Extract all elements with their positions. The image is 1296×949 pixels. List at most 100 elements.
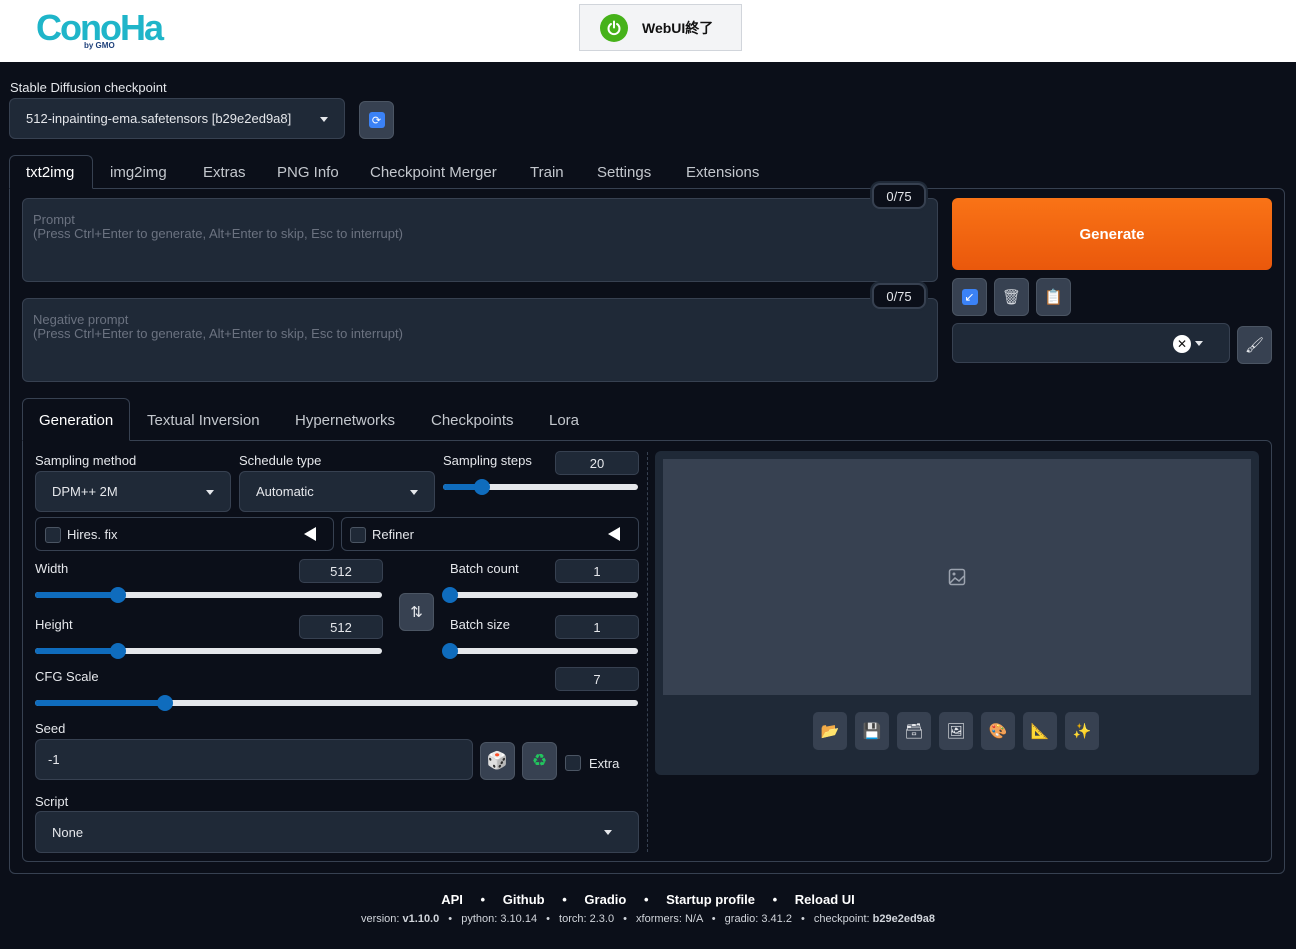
tab-txt2img[interactable]: txt2img (9, 155, 93, 189)
extra-seed-checkbox[interactable] (565, 755, 581, 771)
archive-icon: 🗃 (904, 723, 924, 740)
reuse-seed-button[interactable]: ♻ (522, 742, 557, 780)
slider-thumb[interactable] (474, 479, 490, 495)
subtab-generation[interactable]: Generation (22, 398, 130, 441)
generate-button[interactable]: Generate (952, 198, 1272, 270)
send-to-inpaint-button[interactable]: 🎨 (981, 712, 1015, 750)
image-placeholder-icon (948, 568, 966, 586)
checkpoint-value: 512-inpainting-ema.safetensors [b29e2ed9… (26, 111, 292, 126)
picture-icon: 🖼 (946, 723, 966, 740)
paintbrush-icon: 🖌 (1244, 337, 1265, 354)
sampling-steps-slider[interactable] (443, 479, 638, 495)
refresh-icon: ⟳ (368, 112, 385, 128)
recycle-icon: ♻ (531, 751, 548, 770)
webui-shutdown-label: WebUI終了 (642, 19, 714, 36)
upscale-button[interactable]: ✨ (1065, 712, 1099, 750)
schedule-type-label: Schedule type (239, 453, 322, 468)
top-bar: ConoHa by GMO WebUI終了 (0, 0, 1296, 62)
footer-link-gradio[interactable]: Gradio (584, 892, 626, 907)
subtab-checkpoints[interactable]: Checkpoints (431, 412, 514, 429)
height-label: Height (35, 617, 73, 632)
slider-thumb[interactable] (442, 587, 458, 603)
edit-styles-button[interactable]: 🖌 (1237, 326, 1272, 364)
sampling-steps-input[interactable]: 20 (555, 451, 639, 475)
negative-prompt-input[interactable]: Negative prompt (Press Ctrl+Enter to gen… (22, 298, 938, 382)
batch-size-slider[interactable] (442, 643, 638, 659)
collapse-triangle-icon[interactable] (608, 527, 620, 541)
slider-fill (35, 700, 166, 706)
folder-icon: 📂 (820, 723, 840, 740)
batch-count-slider[interactable] (442, 587, 638, 603)
footer-versions: version: v1.10.0 • python: 3.10.14 • tor… (360, 913, 936, 925)
palette-icon: 🎨 (988, 723, 1008, 740)
cfg-scale-slider[interactable] (35, 695, 638, 711)
styles-select[interactable]: ✕ (952, 323, 1230, 363)
checkpoint-select[interactable]: 512-inpainting-ema.safetensors [b29e2ed9… (9, 98, 345, 139)
batch-size-label: Batch size (450, 617, 510, 632)
apply-styles-button[interactable]: 📋 (1036, 278, 1071, 316)
batch-count-label: Batch count (450, 561, 519, 576)
schedule-type-select[interactable]: Automatic (239, 471, 435, 512)
clear-prompt-button[interactable]: 🗑 (994, 278, 1029, 316)
batch-count-input[interactable]: 1 (555, 559, 639, 583)
subtab-hypernetworks[interactable]: Hypernetworks (295, 412, 395, 429)
script-label: Script (35, 794, 69, 809)
prompt-token-counter: 0/75 (872, 183, 926, 209)
hires-fix-label: Hires. fix (67, 527, 118, 542)
hires-fix-checkbox[interactable] (45, 527, 61, 543)
tab-png-info[interactable]: PNG Info (277, 164, 339, 181)
subtab-textual-inversion[interactable]: Textual Inversion (147, 412, 260, 429)
width-slider[interactable] (35, 587, 382, 603)
footer-link-startup-profile[interactable]: Startup profile (666, 892, 755, 907)
floppy-disk-icon: 💾 (862, 723, 882, 740)
height-input[interactable]: 512 (299, 615, 383, 639)
script-value: None (52, 824, 84, 840)
checkpoint-hash[interactable]: b29e2ed9a8 (873, 913, 935, 925)
footer-link-api[interactable]: API (441, 892, 463, 907)
tab-settings[interactable]: Settings (597, 164, 651, 181)
tab-img2img[interactable]: img2img (110, 164, 167, 181)
width-input[interactable]: 512 (299, 559, 383, 583)
clear-icon[interactable]: ✕ (1173, 335, 1191, 353)
chevron-down-icon (1195, 341, 1203, 346)
send-to-extras-button[interactable]: 📐 (1023, 712, 1057, 750)
seed-input[interactable]: -1 (35, 739, 473, 780)
footer-link-reload-ui[interactable]: Reload UI (795, 892, 855, 907)
subtab-lora[interactable]: Lora (549, 412, 579, 429)
batch-size-input[interactable]: 1 (555, 615, 639, 639)
tab-train[interactable]: Train (530, 164, 564, 181)
webui-shutdown-button[interactable]: WebUI終了 (579, 4, 742, 51)
save-button[interactable]: 💾 (855, 712, 889, 750)
swap-dimensions-button[interactable]: ⇅ (399, 593, 434, 631)
subtab-label: Generation (39, 412, 114, 429)
tab-extras[interactable]: Extras (203, 164, 246, 181)
sampling-steps-label: Sampling steps (443, 453, 532, 468)
tab-extensions[interactable]: Extensions (686, 164, 759, 181)
refiner-checkbox[interactable] (350, 527, 366, 543)
slider-fill (35, 648, 119, 654)
height-slider[interactable] (35, 643, 382, 659)
prompt-input[interactable]: Prompt (Press Ctrl+Enter to generate, Al… (22, 198, 938, 282)
python-version: 3.10.14 (500, 913, 538, 925)
collapse-triangle-icon[interactable] (304, 527, 316, 541)
zip-button[interactable]: 🗃 (897, 712, 931, 750)
clipboard-icon: 📋 (1044, 289, 1063, 306)
open-folder-button[interactable]: 📂 (813, 712, 847, 750)
footer-link-github[interactable]: Github (503, 892, 545, 907)
prompt-placeholder-title: Prompt (33, 212, 75, 227)
width-label: Width (35, 561, 69, 576)
hires-fix-accordion[interactable]: Hires. fix (35, 517, 334, 551)
schedule-type-value: Automatic (256, 484, 314, 499)
random-seed-button[interactable]: 🎲 (480, 742, 515, 780)
slider-thumb[interactable] (442, 643, 458, 659)
refresh-checkpoint-button[interactable]: ⟳ (359, 101, 394, 139)
cfg-scale-input[interactable]: 7 (555, 667, 639, 691)
sampling-method-select[interactable]: DPM++ 2M (35, 471, 231, 512)
tab-checkpoint-merger[interactable]: Checkpoint Merger (370, 164, 497, 181)
script-select[interactable]: None (35, 811, 639, 853)
send-to-img2img-button[interactable]: 🖼 (939, 712, 973, 750)
footer-links: API • Github • Gradio • Startup profile … (441, 892, 855, 907)
refiner-accordion[interactable]: Refiner (341, 517, 639, 551)
torch-version: 2.3.0 (589, 913, 615, 925)
read-params-button[interactable]: ↙ (952, 278, 987, 316)
